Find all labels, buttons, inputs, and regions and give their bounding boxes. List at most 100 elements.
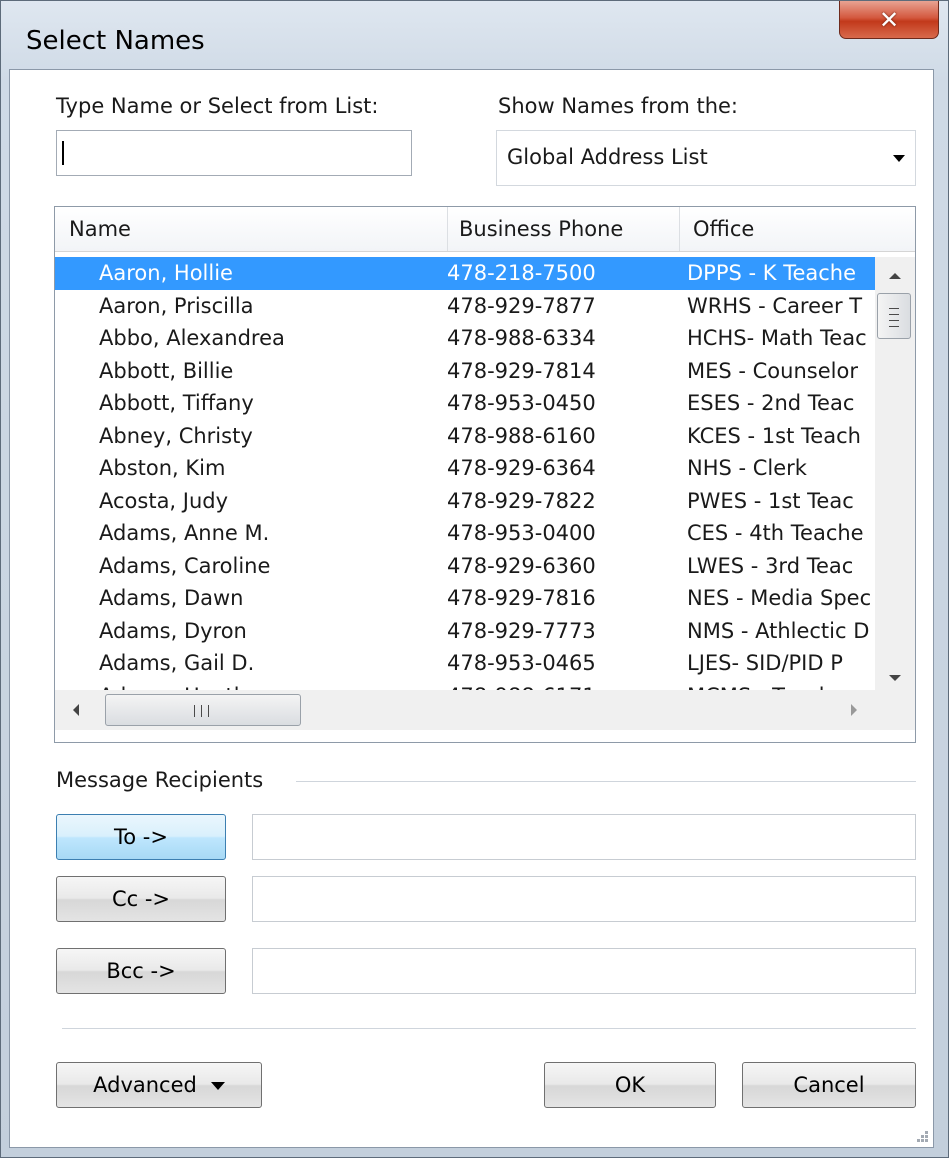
- scrollbar-corner: [875, 690, 915, 730]
- address-list: Name Business Phone Office Aaron, Hollie…: [54, 206, 916, 743]
- chevron-down-icon: [893, 155, 905, 162]
- chevron-down-icon: [210, 1082, 225, 1090]
- contact-business-phone: 478-218-7500: [447, 261, 596, 285]
- contact-business-phone: 478-929-7773: [447, 618, 596, 643]
- contact-office: ESES - 2nd Teac: [687, 391, 855, 415]
- contact-office: NHS - Clerk: [687, 456, 807, 480]
- footer-divider: [62, 1028, 916, 1029]
- dialog-body: Type Name or Select from List: Show Name…: [9, 69, 934, 1148]
- contact-office: MCMS - Teacher: [687, 680, 875, 691]
- list-item[interactable]: Abbott, Billie 478-929-7814 MES - Counselo…: [55, 355, 875, 388]
- contact-office: LWES - 3rd Teac: [687, 553, 854, 578]
- contact-name: Abney, Christy: [99, 423, 253, 448]
- list-item[interactable]: Adams, Anne M. 478-953-0400 CES - 4th Teac…: [55, 517, 875, 550]
- column-header: Name Business Phone Office: [55, 207, 915, 252]
- close-icon: ✕: [878, 5, 900, 34]
- list-item[interactable]: Abbo, Alexandrea 478-988-6334 HCHS- Math T…: [55, 322, 875, 355]
- contact-business-phone: 478-988-6160: [447, 423, 596, 448]
- contact-name: Abbott, Billie: [99, 358, 234, 383]
- contact-business-phone: 478-953-0465: [447, 651, 596, 675]
- contact-name: Acosta, Judy: [99, 488, 229, 513]
- to-field[interactable]: [252, 814, 916, 860]
- contact-office: KCES - 1st Teach: [687, 423, 861, 448]
- horizontal-scrollbar[interactable]: [55, 690, 875, 730]
- contact-office: WRHS - Career T: [687, 293, 863, 318]
- contact-name: Abbott, Tiffany: [99, 391, 254, 415]
- contact-office: PWES - 1st Teac: [687, 488, 854, 513]
- contact-office: CES - 4th Teache: [687, 521, 864, 545]
- text-caret: [62, 141, 64, 165]
- ok-button[interactable]: OK: [544, 1062, 716, 1108]
- address-list-value: Global Address List: [507, 145, 708, 169]
- scroll-right-icon[interactable]: [851, 704, 857, 716]
- contact-office: HCHS- Math Teac: [687, 326, 867, 350]
- list-item[interactable]: Abney, Christy 478-988-6160 KCES - 1st Tea…: [55, 420, 875, 453]
- message-recipients-label: Message Recipients: [56, 768, 264, 792]
- contact-business-phone: 478-953-0450: [447, 391, 596, 415]
- contact-name: Adams, Gail D.: [99, 651, 255, 675]
- list-item[interactable]: Adams, Gail D. 478-953-0465 LJES- SID/PID …: [55, 647, 875, 680]
- contact-name: Adams, Heather: [99, 680, 269, 691]
- dialog-window: Select Names ✕ Type Name or Select from …: [0, 0, 949, 1158]
- contact-business-phone: 478-929-6360: [447, 553, 596, 578]
- vertical-scroll-thumb[interactable]: [877, 293, 911, 339]
- advanced-button[interactable]: Advanced: [56, 1062, 262, 1108]
- list-item[interactable]: Acosta, Judy 478-929-7822 PWES - 1st Teac: [55, 485, 875, 518]
- list-item[interactable]: Adams, Caroline 478-929-6360 LWES - 3rd Te…: [55, 550, 875, 583]
- contact-office: MES - Counselor: [687, 358, 858, 383]
- list-item[interactable]: Aaron, Hollie 478-218-7500 DPPS - K Teache: [55, 257, 875, 290]
- to-button[interactable]: To ->: [56, 814, 226, 860]
- bcc-field[interactable]: [252, 948, 916, 994]
- list-item[interactable]: Adams, Dawn 478-929-7816 NES - Media Spec: [55, 582, 875, 615]
- list-item[interactable]: Abbott, Tiffany 478-953-0450 ESES - 2nd Te…: [55, 387, 875, 420]
- horizontal-scroll-thumb[interactable]: [105, 694, 301, 726]
- address-list-dropdown[interactable]: Global Address List: [496, 130, 916, 186]
- column-divider[interactable]: [679, 207, 680, 251]
- contact-office: NES - Media Spec: [687, 586, 872, 610]
- contact-business-phone: 478-929-7877: [447, 293, 596, 318]
- vertical-scrollbar[interactable]: [875, 257, 915, 690]
- bcc-button[interactable]: Bcc ->: [56, 948, 226, 994]
- advanced-button-label: Advanced: [93, 1073, 197, 1097]
- contact-name: Adams, Dyron: [99, 618, 247, 643]
- contact-business-phone: 478-929-7816: [447, 586, 596, 610]
- name-search-input[interactable]: [56, 130, 412, 176]
- resize-grip-icon[interactable]: [915, 1129, 929, 1143]
- contact-name: Abbo, Alexandrea: [99, 326, 285, 350]
- contact-business-phone: 478-929-6364: [447, 456, 596, 480]
- contact-business-phone: 478-929-7822: [447, 488, 596, 513]
- column-header-office[interactable]: Office: [693, 217, 754, 241]
- contact-name: Adams, Anne M.: [99, 521, 270, 545]
- cancel-button[interactable]: Cancel: [742, 1062, 916, 1108]
- address-list-rows: Aaron, Hollie 478-218-7500 DPPS - K Teache…: [55, 257, 875, 690]
- group-divider: [296, 781, 916, 782]
- contact-office: DPPS - K Teache: [687, 261, 857, 285]
- column-header-name[interactable]: Name: [69, 217, 131, 241]
- scroll-down-icon[interactable]: [889, 675, 901, 681]
- scroll-left-icon[interactable]: [73, 704, 79, 716]
- contact-business-phone: 478-988-6171: [447, 680, 596, 691]
- contact-business-phone: 478-988-6334: [447, 326, 596, 350]
- column-header-business-phone[interactable]: Business Phone: [459, 217, 623, 241]
- list-item[interactable]: Abston, Kim 478-929-6364 NHS - Clerk: [55, 452, 875, 485]
- contact-business-phone: 478-953-0400: [447, 521, 596, 545]
- contact-name: Adams, Dawn: [99, 586, 244, 610]
- scroll-up-icon[interactable]: [889, 273, 901, 279]
- contact-business-phone: 478-929-7814: [447, 358, 596, 383]
- contact-name: Aaron, Hollie: [99, 261, 233, 285]
- cc-button[interactable]: Cc ->: [56, 876, 226, 922]
- contact-name: Aaron, Priscilla: [99, 293, 254, 318]
- list-item[interactable]: Aaron, Priscilla 478-929-7877 WRHS - Caree…: [55, 290, 875, 323]
- address-source-label: Show Names from the:: [498, 94, 738, 118]
- contact-office: LJES- SID/PID P: [687, 651, 843, 675]
- search-label: Type Name or Select from List:: [56, 94, 379, 118]
- contact-name: Abston, Kim: [99, 456, 226, 480]
- contact-name: Adams, Caroline: [99, 553, 271, 578]
- column-divider[interactable]: [447, 207, 448, 251]
- contact-office: NMS - Athlectic D: [687, 618, 870, 643]
- close-button[interactable]: ✕: [839, 1, 939, 39]
- list-item[interactable]: Adams, Dyron 478-929-7773 NMS - Athlectic …: [55, 615, 875, 648]
- dialog-title: Select Names: [26, 26, 205, 56]
- cc-field[interactable]: [252, 876, 916, 922]
- list-item[interactable]: Adams, Heather 478-988-6171 MCMS - Teacher: [55, 680, 875, 691]
